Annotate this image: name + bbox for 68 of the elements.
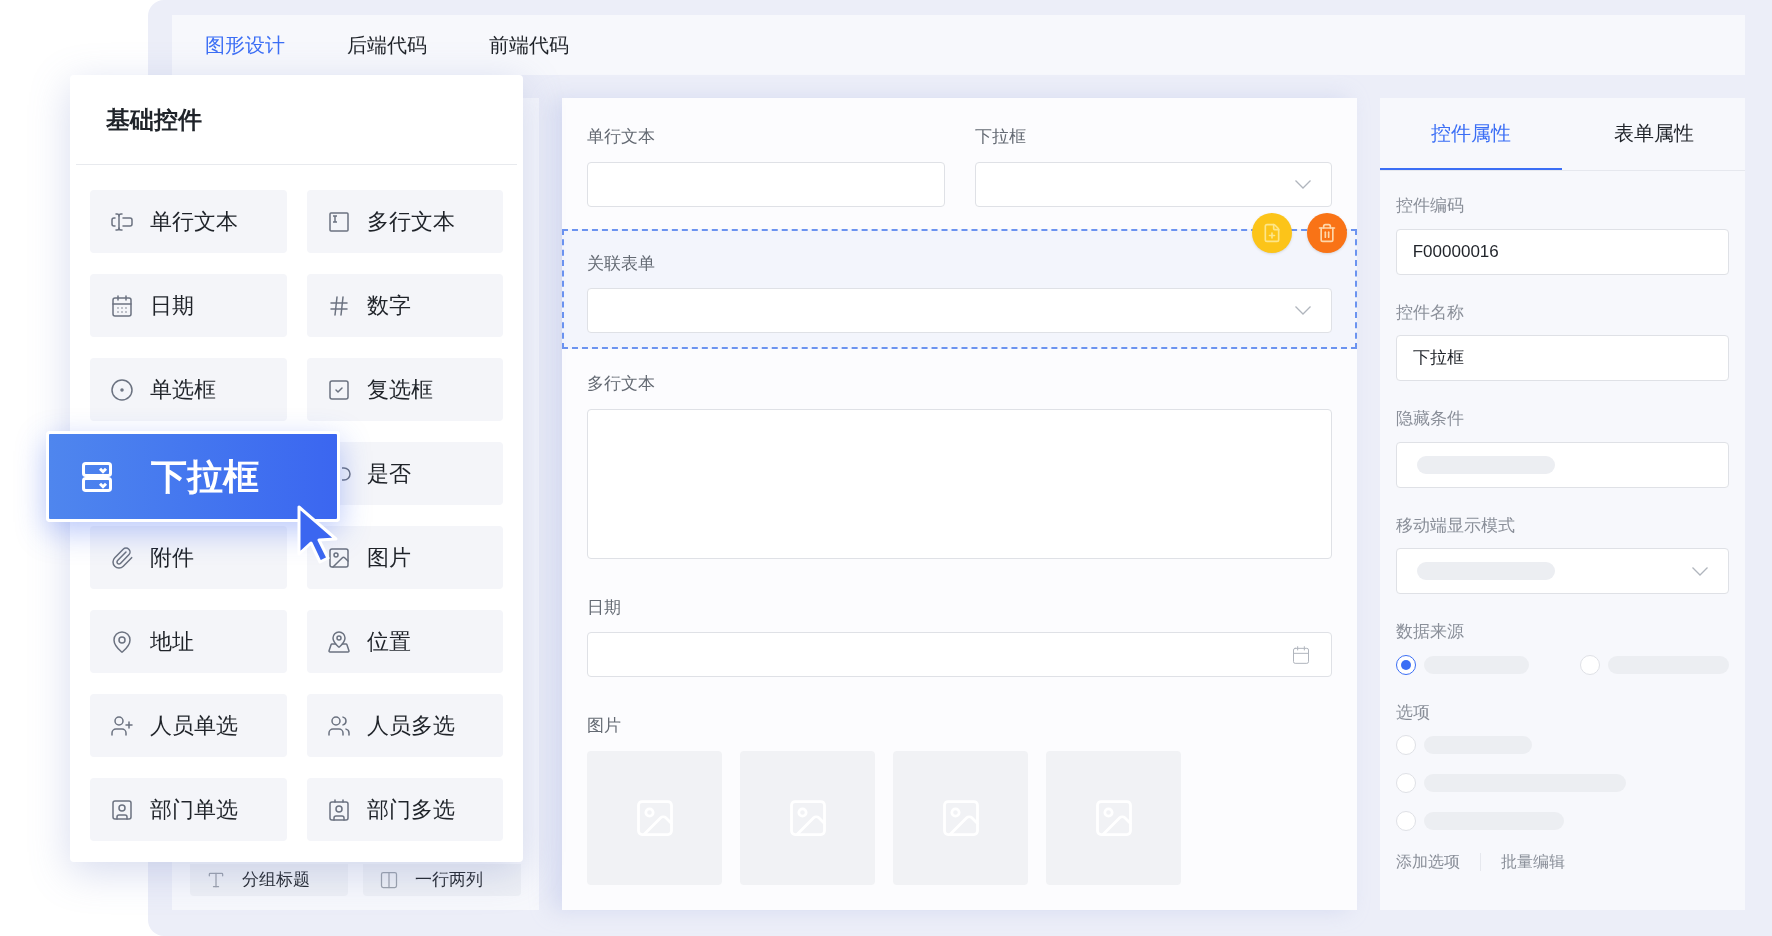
field-label: 隐藏条件	[1395, 408, 1465, 430]
palette-item[interactable]: 人员单选	[90, 694, 287, 757]
radio-button[interactable]	[1395, 654, 1416, 675]
palette-item[interactable]: 部门单选	[90, 778, 287, 841]
field-label: 下拉框	[974, 126, 1027, 148]
palette-item[interactable]: 部门多选	[306, 778, 503, 841]
palette-item[interactable]: 附件	[90, 526, 287, 589]
checkbox-icon	[326, 377, 351, 402]
trash-icon	[1316, 222, 1337, 243]
select-field[interactable]	[1395, 548, 1729, 594]
palette-item[interactable]: 多行文本	[306, 190, 503, 253]
field-label: 关联表单	[587, 252, 657, 275]
contact-card-icon	[326, 797, 351, 822]
text-area-icon	[326, 209, 351, 234]
top-tab[interactable]: 前端代码	[489, 30, 569, 60]
selected-field-row[interactable]: 关联表单	[562, 228, 1357, 349]
field-label: 日期	[587, 596, 623, 619]
columns-icon	[379, 870, 400, 890]
field-label: 移动端显示模式	[1395, 514, 1516, 537]
field-label: 数据来源	[1395, 621, 1465, 643]
map-pin-icon	[110, 629, 134, 654]
map-pin-icon	[326, 629, 351, 654]
chevron-down-icon	[1294, 179, 1311, 189]
field-label: 选项	[1395, 701, 1431, 724]
field-label: 控件编码	[1395, 195, 1465, 217]
toggle-icon	[341, 466, 351, 481]
dragged-item[interactable]: 下拉框	[46, 431, 340, 522]
paperclip-icon	[110, 545, 134, 570]
image-icon	[326, 545, 351, 570]
field-label: 图片	[587, 715, 623, 737]
palette-item[interactable]: 人员多选	[306, 694, 503, 757]
palette-item[interactable]: 单选框	[90, 358, 287, 421]
user-plus-icon	[110, 713, 134, 738]
chevron-down-icon	[1294, 306, 1311, 315]
delete-button[interactable]	[1306, 212, 1347, 253]
text-field[interactable]: 下拉框	[1395, 335, 1729, 381]
top-tab[interactable]: 后端代码	[347, 30, 427, 60]
palette-item[interactable]: 复选框	[306, 358, 503, 421]
field-label: 单行文本	[587, 126, 657, 148]
palette-item[interactable]: 位置	[306, 610, 503, 673]
select-field[interactable]	[974, 161, 1332, 207]
palette-item[interactable]: 地址	[90, 610, 287, 673]
calendar-icon	[1290, 644, 1311, 665]
text-area[interactable]	[587, 408, 1332, 559]
palette-item[interactable]: 一行两列	[363, 864, 522, 896]
date-field[interactable]	[587, 632, 1332, 677]
copy-button[interactable]	[1251, 212, 1292, 253]
calendar-icon	[110, 293, 134, 318]
palette-item[interactable]: 单行文本	[90, 190, 287, 253]
text-icon	[206, 870, 226, 890]
palette-item[interactable]: 日期	[90, 274, 287, 337]
text-field[interactable]	[587, 161, 945, 207]
palette-item[interactable]: 分组标题	[190, 864, 349, 896]
palette-item[interactable]: 图片	[306, 526, 503, 589]
text-field[interactable]	[1395, 441, 1729, 488]
palette-title: 基础控件	[106, 104, 202, 135]
palette-item[interactable]: 数字	[306, 274, 503, 337]
chevron-down-icon	[1692, 566, 1708, 576]
field-label: 控件名称	[1395, 301, 1465, 324]
property-tab[interactable]: 控件属性	[1379, 98, 1563, 170]
user-card-icon	[110, 797, 134, 822]
field-label: 多行文本	[587, 373, 657, 395]
text-field[interactable]: F00000016	[1395, 228, 1729, 275]
radio-icon	[110, 377, 134, 402]
property-tab[interactable]: 表单属性	[1562, 98, 1745, 170]
select-field[interactable]	[587, 288, 1332, 333]
users-icon	[326, 713, 351, 738]
top-tab[interactable]: 图形设计	[205, 30, 285, 60]
